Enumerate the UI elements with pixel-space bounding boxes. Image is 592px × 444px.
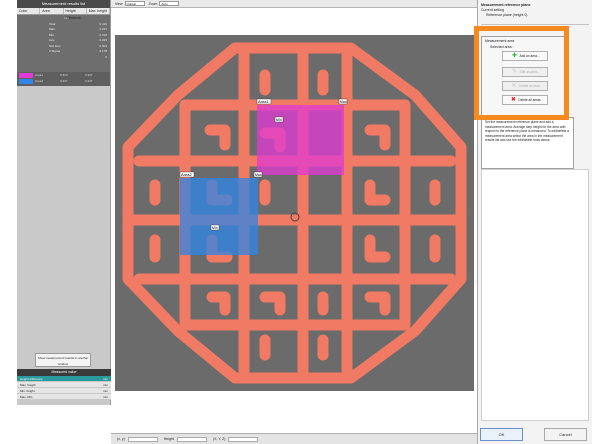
stat-label [47,55,77,61]
area-name: Area2 [35,79,44,83]
delete-all-label: Delete all areas [518,98,541,102]
area-row-2[interactable]: Area2 0.337 0.337 [17,78,110,84]
area-max-value: 0.337 [85,79,93,83]
edit-area-label: Edit an area... [519,70,540,74]
mv-label: Max.-Min. [20,395,34,399]
mv-unit: mm [103,389,108,393]
selected-area-label: Selected area : [490,45,514,49]
zoom-select[interactable]: Auto [159,1,180,6]
delete-icon: ✕ [511,83,517,89]
settings-empty-area [481,169,589,421]
settings-panel: Measurement reference plane Current sett… [477,0,592,444]
view-toolbar: View Optical Zoom Auto [111,0,477,8]
mv-unit: mm [103,395,108,399]
status-xy: (x, y) [117,436,158,442]
mv-unit: mm [103,383,108,387]
reference-plane-section: Measurement reference plane Current sett… [478,0,592,18]
area2-max-tag: Max [255,173,262,177]
edit-area-button[interactable]: ✎ Edit an area... [502,67,548,77]
current-setting-value: Reference plane (height 0) [486,13,528,17]
height-label: Height [163,437,174,441]
zoom-label: Zoom [148,1,158,6]
results-empty-area [17,86,110,350]
stat-value: 0 [105,54,107,59]
delete-area-label: Delete an area [519,84,540,88]
area1-label: Area1 [258,99,269,104]
xy-value-box [127,436,158,442]
instructions-note: Set the measurement reference plane and … [481,117,574,169]
show-results-window-button[interactable]: Show measurement results in another wind… [35,353,91,367]
measured-value-header: Measured value [17,369,111,376]
area1-color-swatch [19,72,33,78]
area1-min-tag: Min [276,118,282,122]
mv-unit: mm [103,377,108,381]
printed-sample-image: Area1 Max Min Area2 Max Min [115,35,474,391]
column-area[interactable]: Area [40,8,64,14]
area2-color-swatch [19,78,33,84]
divider [481,24,589,25]
column-max-height[interactable]: Max. height [87,8,110,14]
add-area-label: Add an area... [519,54,540,58]
results-panel-title: Measurement results list [17,0,110,8]
measured-value-max-min[interactable]: Max.-Min. mm [17,394,111,400]
results-statistics-table: mm Total 0.410 Max. 0.337 Min. 0.310 Ave. 0.… [17,15,110,72]
xy-label: (x, y) [117,437,125,441]
status-xyz: (X, Y, Z) [212,436,259,442]
column-color[interactable]: Color [17,8,41,14]
mv-label: Height difference [20,377,43,381]
column-height-difference[interactable]: Height difference [64,8,87,20]
image-viewport[interactable]: Area1 Max Min Area2 Max Min [111,8,477,441]
add-area-button[interactable]: ✚ Add an area... [502,51,548,61]
mv-label: Max. height [20,383,36,387]
area-value: 0.337 [60,79,68,83]
area2-label: Area2 [181,172,192,177]
measurement-area-title: Measurement area [485,39,515,43]
area2-min-tag: Min [212,226,218,230]
view-select[interactable]: Optical [124,1,145,6]
delete-area-button[interactable]: ✕ Delete an area [502,81,548,91]
xyz-value-box [228,436,259,442]
xyz-label: (X, Y, Z) [212,437,226,441]
table-row: 0 [17,55,110,61]
area-results-list: Area1 0.310 0.337 Area2 0.337 0.337 [17,72,110,86]
status-height: Height [163,436,207,442]
ok-button[interactable]: OK [480,428,523,441]
sample-image[interactable]: Area1 Max Min Area2 Max Min [115,35,474,391]
edit-icon: ✎ [512,69,518,75]
status-bar: (x, y) Height (X, Y, Z) [111,433,477,444]
mv-label: Min. height [20,389,35,393]
plus-icon: ✚ [511,53,517,59]
view-label: View [115,1,123,6]
delete-all-areas-button[interactable]: ✖ Delete all areas [502,95,548,105]
height-value-box [176,436,207,442]
results-table-header: Color Area Height difference Max. height [17,8,110,20]
cancel-button[interactable]: Cancel [544,428,587,441]
area1-max-tag: Max [340,100,347,104]
measurement-results-panel: Measurement results list Color Area Heig… [17,0,111,405]
measurement-area-group: Measurement area Selected area : ✚ Add a… [481,36,566,117]
measured-value-list: Height difference mm Max. height mm Min. h… [17,376,111,400]
delete-all-icon: ✖ [510,97,516,103]
